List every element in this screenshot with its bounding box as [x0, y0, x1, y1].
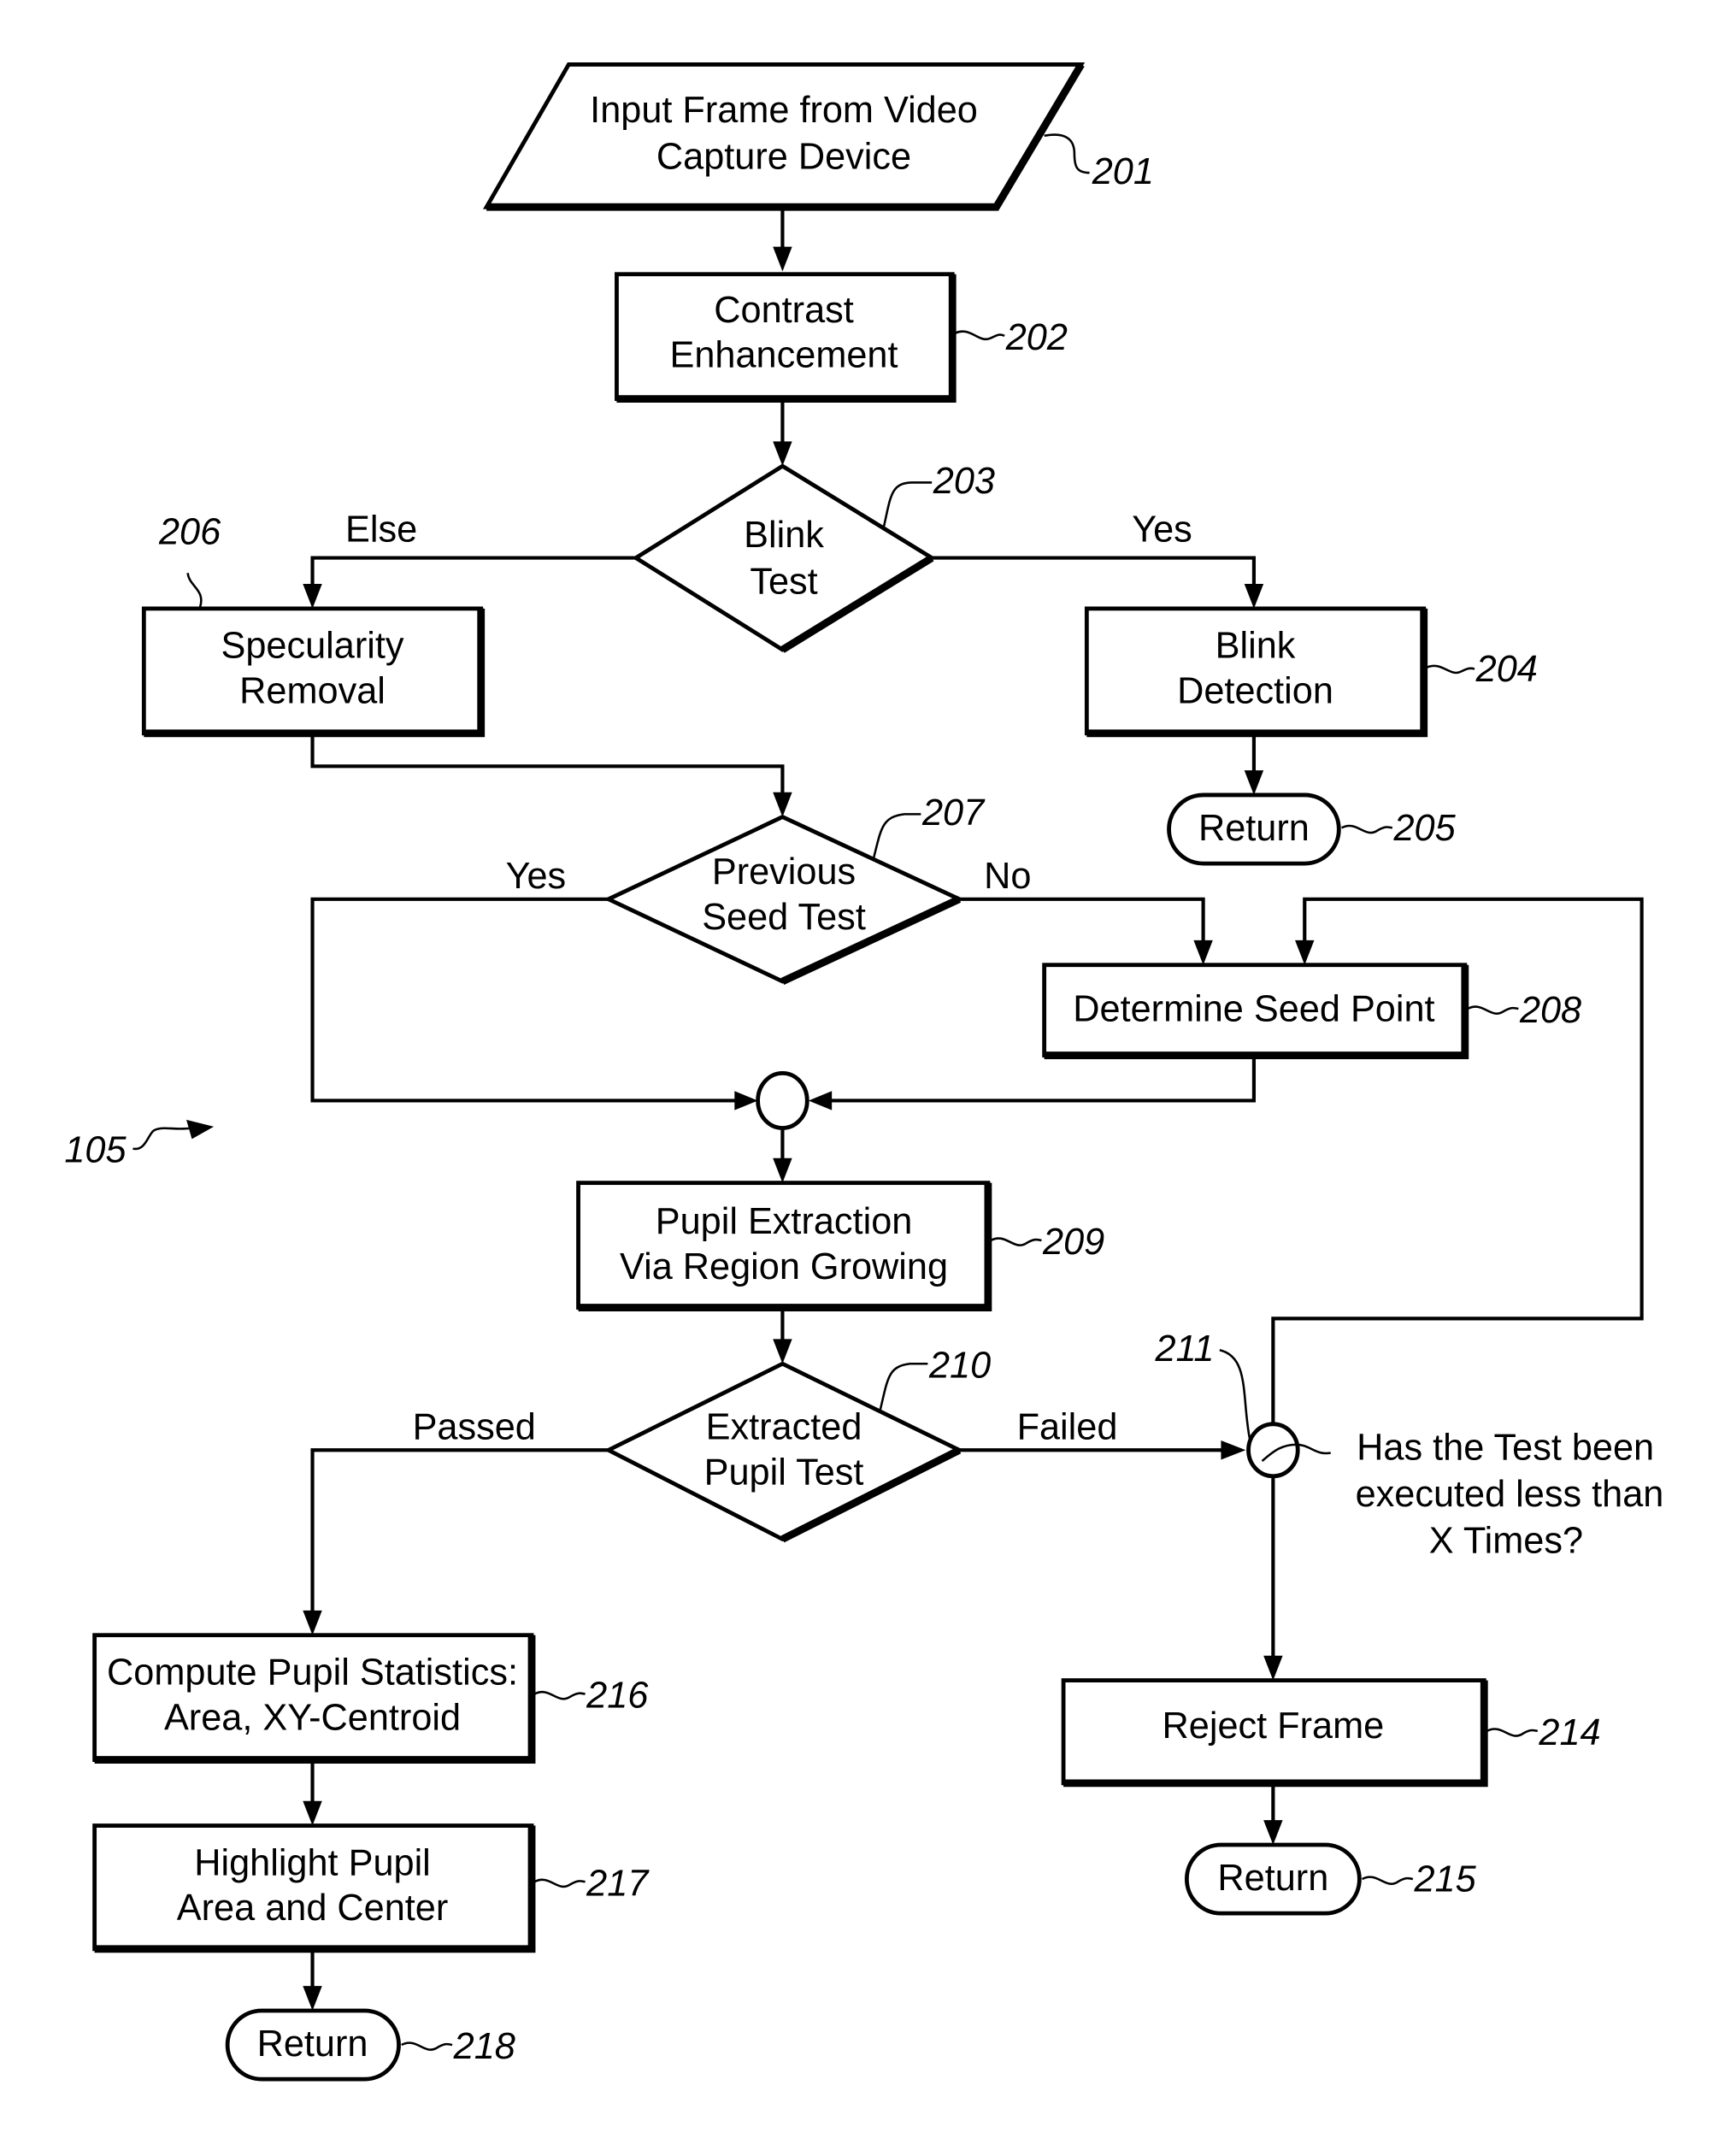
arrowhead-icon [1263, 1820, 1283, 1845]
node-208-process: Determine Seed Point [1042, 963, 1469, 1059]
arrowhead-icon [734, 1091, 758, 1110]
node-216-line-2: Area, XY-Centroid [164, 1697, 461, 1738]
node-217-line-2: Area and Center [177, 1888, 448, 1929]
node-211-line-1: Has the Test been [1357, 1427, 1654, 1468]
arrowhead-icon [1193, 940, 1213, 965]
ref-202: 202 [1005, 317, 1068, 358]
arrowhead-icon [773, 1158, 792, 1183]
edge-label-yes-seed: Yes [506, 856, 567, 897]
node-203-line-1: Blink [744, 515, 824, 556]
edge-207-208 [959, 897, 1205, 951]
node-202-process: Contrast Enhancement [615, 272, 957, 404]
node-204-line-1: Blink [1216, 626, 1296, 667]
edge-label-else: Else [345, 509, 417, 550]
arrowhead-icon [1295, 940, 1315, 965]
edge-208-merge [821, 1057, 1257, 1103]
node-201-input: Input Frame from Video Capture Device [482, 62, 1086, 211]
flowchart: Input Frame from Video Capture Device Co… [64, 62, 1664, 2082]
node-216-line-1: Compute Pupil Statistics: [107, 1652, 518, 1693]
node-208-label: Determine Seed Point [1073, 988, 1434, 1029]
arrowhead-icon [186, 1119, 215, 1140]
arrowhead-icon [773, 441, 792, 467]
edge-label-yes-blink: Yes [1132, 509, 1192, 550]
node-203-decision: Blink Test [632, 463, 936, 653]
arrowhead-icon [303, 1800, 322, 1826]
node-201-line-2: Capture Device [656, 136, 911, 177]
node-203-line-2: Test [750, 561, 817, 602]
edge-label-no-seed: No [984, 856, 1031, 897]
node-215-terminal: Return [1184, 1842, 1362, 1916]
arrowhead-icon [303, 1610, 322, 1635]
node-211-line-2: executed less than [1356, 1474, 1664, 1515]
arrowhead-icon [773, 1339, 792, 1364]
ref-217: 217 [586, 1863, 650, 1904]
merge-connector [756, 1070, 809, 1130]
node-209-process: Pupil Extraction Via Region Growing [576, 1181, 992, 1311]
svg-text:Input Frame from Video: Input Frame from Video [590, 90, 978, 131]
node-210-line-1: Extracted [706, 1406, 862, 1447]
arrowhead-icon [808, 1091, 833, 1110]
node-202-line-1: Contrast [714, 290, 854, 331]
node-204-line-2: Detection [1177, 671, 1333, 712]
node-206-process: Specularity Removal [141, 606, 486, 738]
ref-218: 218 [453, 2026, 515, 2067]
ref-208: 208 [1519, 990, 1581, 1031]
node-206-line-2: Removal [239, 671, 386, 712]
node-209-line-1: Pupil Extraction [656, 1201, 913, 1242]
ref-214: 214 [1538, 1712, 1600, 1753]
node-217-process: Highlight Pupil Area and Center [92, 1823, 536, 1953]
ref-207: 207 [921, 792, 986, 834]
edge-206-207 [310, 734, 785, 804]
ref-205: 205 [1392, 808, 1456, 849]
ref-215: 215 [1414, 1859, 1477, 1900]
ref-105: 105 [64, 1130, 127, 1171]
node-218-label: Return [257, 2023, 368, 2065]
edge-203-206 [310, 556, 636, 594]
node-211-line-3: X Times? [1429, 1521, 1583, 1562]
edge-210-216 [310, 1448, 609, 1621]
ref-216: 216 [586, 1676, 649, 1717]
node-214-label: Reject Frame [1163, 1705, 1385, 1747]
ref-201: 201 [1092, 151, 1154, 192]
node-205-terminal: Return [1167, 792, 1341, 866]
ref-209: 209 [1042, 1222, 1104, 1263]
arrowhead-icon [1244, 770, 1264, 795]
arrowhead-icon [1244, 584, 1264, 609]
node-214-process: Reject Frame [1061, 1678, 1488, 1788]
node-209-line-2: Via Region Growing [620, 1246, 948, 1287]
node-210-decision: Extracted Pupil Test [603, 1361, 964, 1543]
edge-label-passed: Passed [413, 1406, 536, 1447]
node-218-terminal: Return [225, 2008, 401, 2082]
node-202-line-2: Enhancement [670, 335, 898, 376]
node-207-line-2: Seed Test [702, 897, 866, 938]
edge-203-204 [932, 556, 1257, 594]
node-215-label: Return [1217, 1858, 1328, 1899]
node-207-line-1: Previous [712, 851, 856, 892]
arrowhead-icon [1263, 1655, 1283, 1681]
node-211-connector: Has the Test been executed less than X T… [1219, 1348, 1664, 1562]
arrowhead-icon [773, 246, 792, 272]
ref-203: 203 [933, 461, 995, 502]
node-205-label: Return [1198, 808, 1310, 849]
node-206-line-1: Specularity [221, 626, 404, 667]
edge-label-failed: Failed [1017, 1406, 1118, 1447]
node-201-line-1: Input Frame from Video [590, 90, 978, 131]
node-210-line-2: Pupil Test [704, 1452, 864, 1493]
arrowhead-icon [303, 584, 322, 609]
node-204-process: Blink Detection [1084, 606, 1428, 738]
figure-ref-arrow [132, 1127, 192, 1151]
node-217-line-1: Highlight Pupil [194, 1842, 431, 1883]
node-216-process: Compute Pupil Statistics: Area, XY-Centr… [92, 1633, 536, 1764]
arrowhead-icon [1221, 1440, 1246, 1460]
arrowhead-icon [303, 1986, 322, 2011]
ref-210: 210 [928, 1345, 991, 1386]
svg-text:Capture Device: Capture Device [656, 136, 911, 177]
arrowhead-icon [773, 792, 792, 817]
node-207-decision: Previous Seed Test [603, 814, 964, 985]
ref-211: 211 [1154, 1328, 1214, 1370]
ref-206: 206 [158, 512, 221, 553]
ref-204: 204 [1475, 649, 1538, 690]
